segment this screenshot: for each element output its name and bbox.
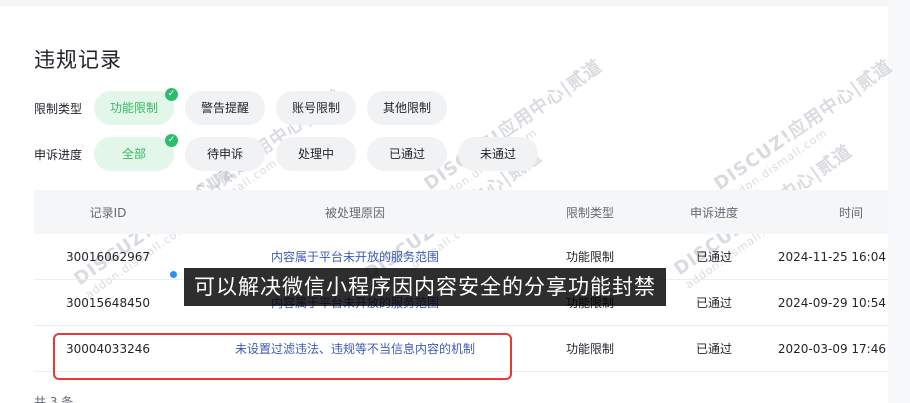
chip-other-restriction[interactable]: 其他限制 <box>367 91 448 125</box>
reason-link[interactable]: 内容属于平台未开放的服务范围 <box>182 248 528 265</box>
record-id: 30015648450 <box>66 295 150 310</box>
appeal-status: 已通过 <box>695 296 732 310</box>
chip-approved[interactable]: 已通过 <box>367 137 447 171</box>
restriction-type-filter: 限制类型 功能限制 ✓ 警告提醒 账号限制 其他限制 <box>34 88 458 125</box>
check-icon: ✓ <box>165 134 178 147</box>
table-header: 记录ID 被处理原因 限制类型 申诉进度 时间 <box>34 190 888 234</box>
chip-all[interactable]: 全部 ✓ <box>94 134 178 171</box>
record-time: 2024-09-29 10:54 <box>777 295 886 310</box>
restriction-type: 功能限制 <box>565 250 614 264</box>
highlight-annotation <box>53 333 512 380</box>
appeal-status: 已通过 <box>695 250 732 264</box>
check-icon: ✓ <box>165 88 179 101</box>
appeal-status: 已通过 <box>695 342 732 356</box>
cursor-dot <box>170 271 177 278</box>
column-header-type: 限制类型 <box>565 205 614 220</box>
filter-label: 限制类型 <box>34 101 83 116</box>
chip-account-restriction[interactable]: 账号限制 <box>276 91 357 125</box>
filter-label: 申诉进度 <box>34 147 83 162</box>
chip-function-restriction[interactable]: 功能限制 ✓ <box>94 88 179 125</box>
right-scroll-area <box>888 0 910 403</box>
record-id: 30016062967 <box>66 249 150 264</box>
chip-warning[interactable]: 警告提醒 <box>185 91 266 125</box>
page-title: 违规记录 <box>34 48 122 72</box>
chip-rejected[interactable]: 未通过 <box>458 137 538 171</box>
record-time: 2024-11-25 16:04 <box>777 249 886 264</box>
chip-pending-appeal[interactable]: 待申诉 <box>185 137 265 171</box>
column-header-id: 记录ID <box>89 205 127 220</box>
video-subtitle: 可以解决微信小程序因内容安全的分享功能封禁 <box>184 268 666 306</box>
column-header-status: 申诉进度 <box>689 205 738 220</box>
total-count: 共 3 条 <box>34 395 74 403</box>
chip-processing[interactable]: 处理中 <box>276 137 356 171</box>
restriction-type: 功能限制 <box>565 342 614 356</box>
column-header-reason: 被处理原因 <box>324 205 385 220</box>
appeal-status-filter: 申诉进度 全部 ✓ 待申诉 处理中 已通过 未通过 <box>34 134 549 171</box>
record-time: 2020-03-09 17:46 <box>777 341 886 356</box>
column-header-time: 时间 <box>838 205 863 220</box>
